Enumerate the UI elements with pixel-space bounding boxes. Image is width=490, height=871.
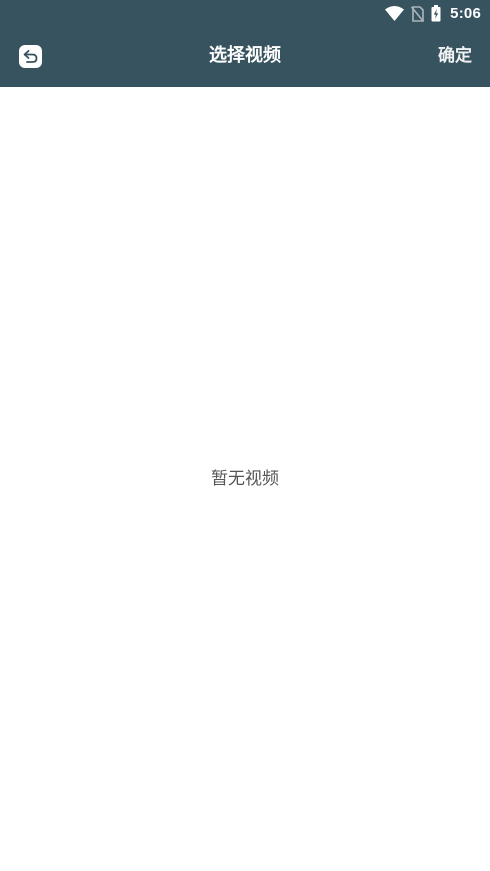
status-icons: 5:06: [385, 4, 481, 23]
toolbar: 选择视频 确定: [0, 27, 490, 87]
status-bar: 5:06: [0, 0, 490, 27]
confirm-button[interactable]: 确定: [438, 44, 472, 68]
empty-state-message: 暂无视频: [211, 469, 279, 489]
page-title: 选择视频: [209, 45, 281, 66]
video-list-area: 暂无视频: [0, 87, 490, 871]
battery-charging-icon: [431, 5, 441, 22]
status-time: 5:06: [450, 5, 481, 22]
wifi-icon: [385, 6, 405, 21]
no-sim-icon: [411, 5, 425, 22]
